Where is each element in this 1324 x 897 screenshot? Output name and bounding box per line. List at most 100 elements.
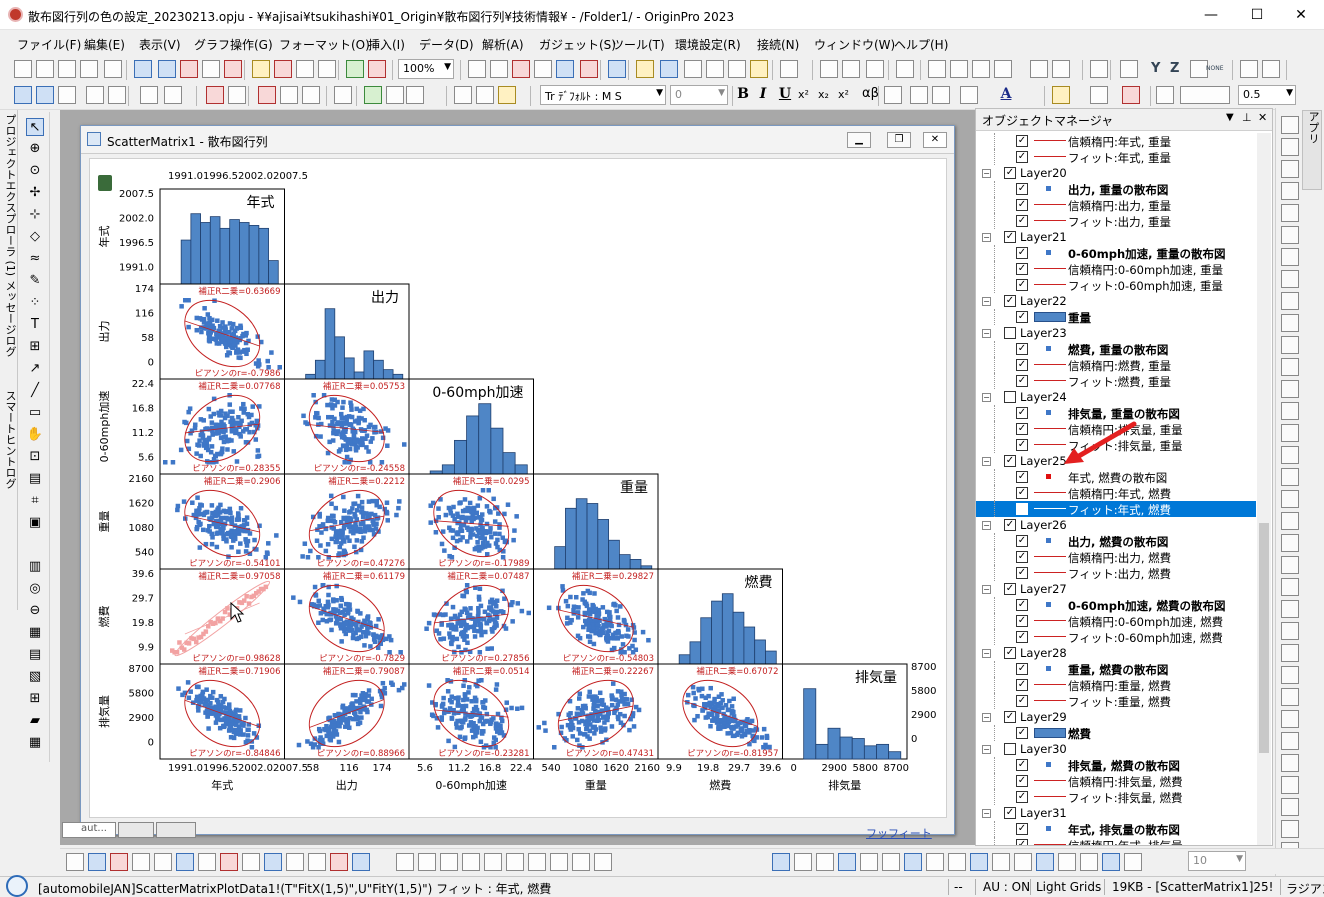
graph-window[interactable]: ScatterMatrix1 - 散布図行列 ▁ ❐ ✕ 1991.01996.… bbox=[80, 125, 955, 835]
arrange-icon[interactable] bbox=[108, 86, 126, 104]
layer-contents-icon[interactable] bbox=[386, 86, 404, 104]
visibility-checkbox[interactable]: ✓ bbox=[1016, 567, 1028, 579]
arrange-3-icon[interactable] bbox=[440, 853, 458, 871]
maximize-button[interactable]: ☐ bbox=[1234, 0, 1280, 30]
plot-node[interactable]: ✓ 信頼楕円:年式, 排気量 bbox=[976, 837, 1256, 845]
shape-10-icon[interactable] bbox=[970, 853, 988, 871]
zoom-icon[interactable]: ⊕ bbox=[26, 140, 44, 158]
visibility-checkbox[interactable]: ✓ bbox=[1004, 231, 1016, 243]
visibility-checkbox[interactable]: ✓ bbox=[1016, 839, 1028, 845]
tree-collapse-icon[interactable]: − bbox=[982, 745, 991, 754]
plot-node[interactable]: ✓ 燃費 bbox=[976, 725, 1256, 741]
pin-icon[interactable]: ⊥ bbox=[1242, 111, 1252, 124]
tree-collapse-icon[interactable]: − bbox=[982, 169, 991, 178]
right-tool-14-icon[interactable] bbox=[1281, 402, 1299, 420]
visibility-checkbox[interactable]: ✓ bbox=[1016, 359, 1028, 371]
visibility-checkbox[interactable]: ✓ bbox=[1016, 135, 1028, 147]
plot-node[interactable]: ✓ 年式, 燃費の散布図 bbox=[976, 469, 1256, 485]
right-tool-24-icon[interactable] bbox=[1281, 622, 1299, 640]
circle-icon[interactable]: ◎ bbox=[26, 580, 44, 598]
fit-icon[interactable]: ⌗ bbox=[26, 492, 44, 510]
arrange-5-icon[interactable] bbox=[484, 853, 502, 871]
pointer-icon[interactable]: ↖ bbox=[26, 118, 44, 136]
right-tool-7-icon[interactable] bbox=[1281, 248, 1299, 266]
open-template-icon[interactable] bbox=[274, 60, 292, 78]
plot-type-13-icon[interactable] bbox=[330, 853, 348, 871]
open-icon[interactable] bbox=[252, 60, 270, 78]
plot-type-8-icon[interactable] bbox=[220, 853, 238, 871]
right-tool-31-icon[interactable] bbox=[1281, 776, 1299, 794]
mask-icon[interactable]: ≈ bbox=[26, 250, 44, 268]
x-icon[interactable] bbox=[1120, 60, 1138, 78]
right-tool-26-icon[interactable] bbox=[1281, 666, 1299, 684]
pin-icon[interactable] bbox=[164, 86, 182, 104]
arrange-6-icon[interactable] bbox=[506, 853, 524, 871]
visibility-checkbox[interactable]: ✓ bbox=[1016, 615, 1028, 627]
goto-icon[interactable] bbox=[1240, 60, 1258, 78]
apps-tab[interactable]: アプリ bbox=[1302, 110, 1322, 190]
scale-icon[interactable]: ⊙ bbox=[26, 162, 44, 180]
region-icon[interactable]: ▤ bbox=[26, 470, 44, 488]
group-icon[interactable] bbox=[334, 86, 352, 104]
right-tool-19-icon[interactable] bbox=[1281, 512, 1299, 530]
plot-node[interactable]: ✓ フィット:出力, 重量 bbox=[976, 213, 1256, 229]
cylinder-icon[interactable]: ⊖ bbox=[26, 602, 44, 620]
visibility-checkbox[interactable]: ✓ bbox=[1004, 583, 1016, 595]
visibility-checkbox[interactable]: ✓ bbox=[1016, 343, 1028, 355]
close-button[interactable]: ✕ bbox=[1278, 0, 1324, 30]
shape-6-icon[interactable] bbox=[882, 853, 900, 871]
layer-node[interactable]: − ✓ Layer28 bbox=[976, 645, 1256, 661]
menu-help[interactable]: ヘルプ(H) bbox=[894, 36, 948, 53]
print-icon[interactable] bbox=[468, 60, 486, 78]
panel-menu-icon[interactable]: ▼ bbox=[1226, 112, 1234, 123]
legend-icon[interactable]: ▤ bbox=[26, 646, 44, 664]
visibility-checkbox[interactable]: ✓ bbox=[1004, 167, 1016, 179]
scrollbar-thumb[interactable] bbox=[1259, 523, 1269, 753]
add-text-icon[interactable]: ⊞ bbox=[26, 338, 44, 356]
step-icon[interactable] bbox=[1262, 60, 1280, 78]
menu-preferences[interactable]: 環境設定(R) bbox=[675, 36, 741, 53]
menu-analysis[interactable]: 解析(A) bbox=[482, 36, 524, 53]
bottom-size-combo[interactable]: 10 ▼ bbox=[1188, 851, 1246, 871]
visibility-checkbox[interactable] bbox=[1004, 327, 1016, 339]
visibility-checkbox[interactable]: ✓ bbox=[1016, 551, 1028, 563]
draw-data-icon[interactable]: ⊡ bbox=[26, 448, 44, 466]
rectangle-icon[interactable]: ▭ bbox=[26, 404, 44, 422]
plot-node[interactable]: ✓ 信頼楕円:重量, 燃費 bbox=[976, 677, 1256, 693]
plot-node[interactable]: ✓ フィット:年式, 重量 bbox=[976, 149, 1256, 165]
plot-node[interactable]: ✓ 重量 bbox=[976, 309, 1256, 325]
graph-tab-2[interactable] bbox=[118, 822, 154, 838]
refresh-icon[interactable] bbox=[534, 60, 552, 78]
screen-reader-icon[interactable] bbox=[258, 86, 276, 104]
search-icon[interactable] bbox=[6, 875, 28, 897]
visibility-checkbox[interactable]: ✓ bbox=[1016, 663, 1028, 675]
visibility-checkbox[interactable] bbox=[1004, 391, 1016, 403]
zoom-z-button[interactable]: Z bbox=[1170, 61, 1179, 76]
add-column-icon[interactable] bbox=[780, 60, 798, 78]
plot-node[interactable]: ✓ 重量, 燃費の散布図 bbox=[976, 661, 1256, 677]
visibility-checkbox[interactable]: ✓ bbox=[1016, 487, 1028, 499]
status-angle-unit[interactable]: ラジアン bbox=[1286, 880, 1324, 897]
menu-window[interactable]: ウィンドウ(W) bbox=[814, 36, 895, 53]
bar-icon[interactable] bbox=[928, 60, 946, 78]
menu-graph[interactable]: グラフ操作(G) bbox=[194, 36, 273, 53]
plot-node[interactable]: ✓ 出力, 重量の散布図 bbox=[976, 181, 1256, 197]
visibility-checkbox[interactable]: ✓ bbox=[1016, 535, 1028, 547]
plugin-icon[interactable] bbox=[750, 60, 768, 78]
list-icon[interactable] bbox=[932, 86, 950, 104]
set-column-icon[interactable] bbox=[896, 60, 914, 78]
data-reader-icon[interactable]: ◇ bbox=[26, 228, 44, 246]
plot-node[interactable]: ✓ 0-60mph加速, 燃費の散布図 bbox=[976, 597, 1256, 613]
pattern-icon[interactable] bbox=[1090, 86, 1108, 104]
arrange-1-icon[interactable] bbox=[396, 853, 414, 871]
align-left-icon[interactable] bbox=[884, 86, 902, 104]
right-tool-30-icon[interactable] bbox=[1281, 754, 1299, 772]
arrange-8-icon[interactable] bbox=[550, 853, 568, 871]
line-color-icon[interactable] bbox=[1122, 86, 1140, 104]
visibility-checkbox[interactable]: ✓ bbox=[1016, 247, 1028, 259]
layer-node[interactable]: − ✓ Layer22 bbox=[976, 293, 1256, 309]
object-manager-tree[interactable]: ✓ 信頼楕円:年式, 重量 ✓ フィット:年式, 重量 − ✓ Layer20 ✓ 出力, 重量… bbox=[976, 133, 1256, 845]
plot-type-6-icon[interactable] bbox=[176, 853, 194, 871]
new-matrix-icon[interactable] bbox=[58, 60, 76, 78]
redo-icon[interactable] bbox=[36, 86, 54, 104]
